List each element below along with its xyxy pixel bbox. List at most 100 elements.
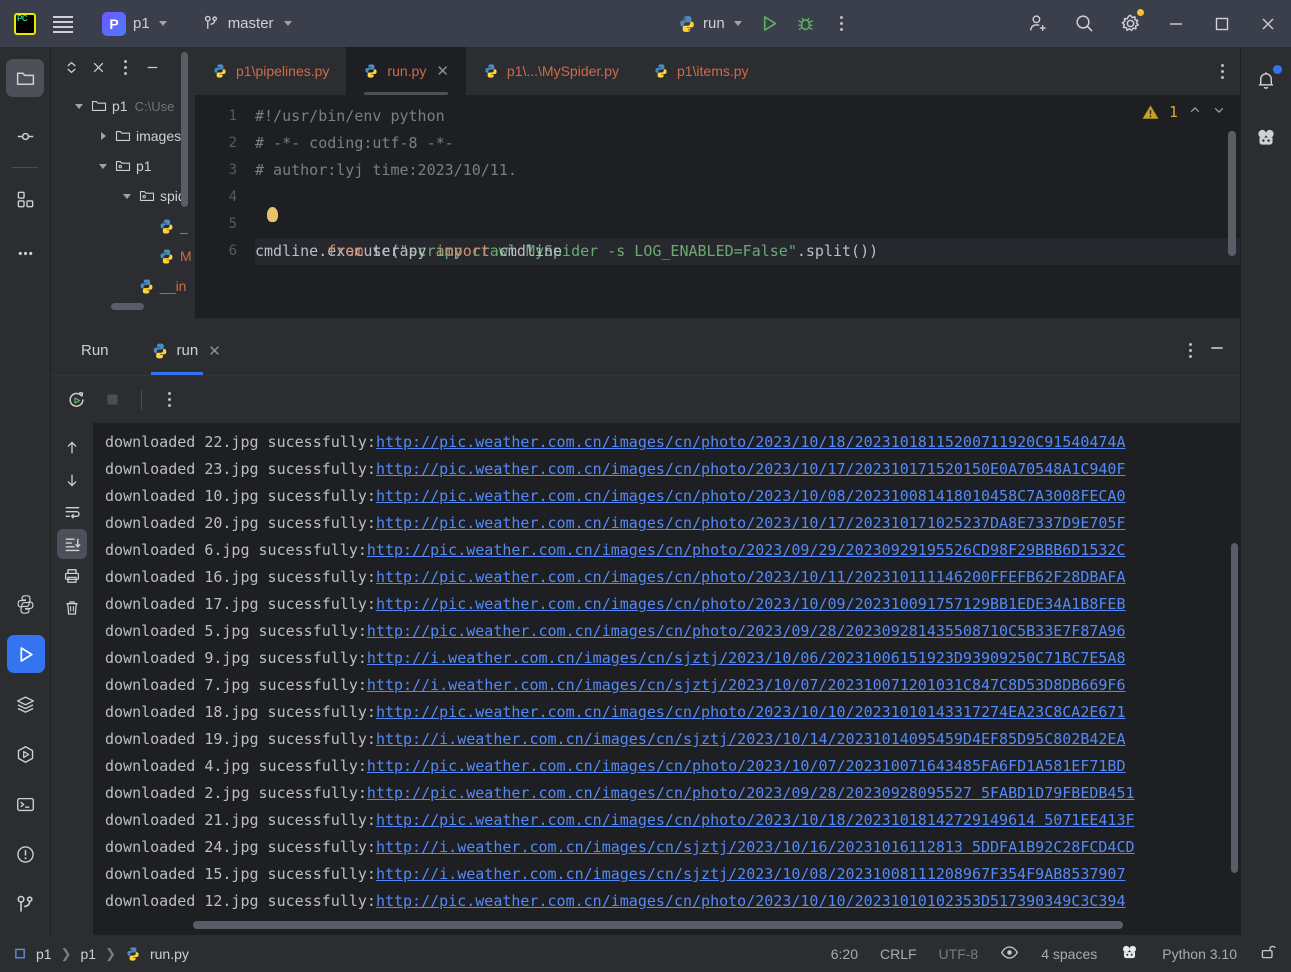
code-editor[interactable]: 1 2 3 4 5 6 #!/usr/bin/env python # -*- … <box>195 95 1240 318</box>
tree-node-p1-root[interactable]: p1 C:\Use <box>51 91 195 121</box>
tree-node-py-file-1[interactable]: _ <box>51 211 195 241</box>
sidebar-item-python-packages[interactable] <box>7 585 45 623</box>
rerun-icon[interactable] <box>61 385 91 415</box>
console-link[interactable]: http://i.weather.com.cn/images/cn/sjztj/… <box>376 838 1135 856</box>
chevron-up-down-icon[interactable] <box>59 55 83 79</box>
breadcrumb-item-2[interactable]: run.py <box>150 946 189 962</box>
sidebar-item-commit[interactable] <box>6 117 44 155</box>
close-icon[interactable]: ✕ <box>208 342 221 360</box>
hide-panel-icon[interactable] <box>1208 339 1226 362</box>
console-output[interactable]: downloaded 22.jpg sucessfully:http://pic… <box>93 423 1240 935</box>
more-vertical-icon[interactable] <box>113 55 137 79</box>
console-link[interactable]: http://pic.weather.com.cn/images/cn/phot… <box>367 622 1126 640</box>
code-content[interactable]: #!/usr/bin/env python # -*- coding:utf-8… <box>255 103 1240 265</box>
tree-node-py-file-2[interactable]: M <box>51 241 195 271</box>
tree-node-p1-module[interactable]: p1 <box>51 151 195 181</box>
tab-myspider-py[interactable]: p1\...\MySpider.py <box>466 47 636 95</box>
chevron-down-icon[interactable] <box>95 163 111 169</box>
breadcrumb-item-0[interactable]: p1 <box>36 946 52 962</box>
hamburger-menu-icon[interactable] <box>50 11 76 37</box>
console-link[interactable]: http://pic.weather.com.cn/images/cn/phot… <box>376 487 1126 505</box>
console-link[interactable]: http://pic.weather.com.cn/images/cn/phot… <box>367 784 1135 802</box>
tab-items-py[interactable]: p1\items.py <box>636 47 766 95</box>
stop-square-icon[interactable] <box>97 385 127 415</box>
console-link[interactable]: http://pic.weather.com.cn/images/cn/phot… <box>376 892 1126 910</box>
chevron-up-icon[interactable] <box>1188 103 1202 121</box>
console-link[interactable]: http://i.weather.com.cn/images/cn/sjztj/… <box>367 649 1126 667</box>
project-tree-vertical-scrollbar[interactable] <box>181 52 188 207</box>
console-link[interactable]: http://i.weather.com.cn/images/cn/sjztj/… <box>367 676 1126 694</box>
gear-icon[interactable] <box>1107 0 1153 47</box>
sidebar-item-run[interactable] <box>6 635 45 673</box>
console-link[interactable]: http://pic.weather.com.cn/images/cn/phot… <box>376 460 1126 478</box>
sidebar-item-terminal[interactable] <box>7 785 45 823</box>
close-icon[interactable] <box>1245 0 1291 47</box>
tree-node-images[interactable]: images <box>51 121 195 151</box>
tree-node-spiders[interactable]: spid <box>51 181 195 211</box>
printer-icon[interactable] <box>57 561 87 591</box>
sidebar-item-problems[interactable] <box>7 835 45 873</box>
tree-node-init-file[interactable]: __in <box>51 271 195 301</box>
add-user-icon[interactable] <box>1015 0 1061 47</box>
more-vertical-icon[interactable] <box>156 385 182 415</box>
console-link[interactable]: http://pic.weather.com.cn/images/cn/phot… <box>367 757 1126 775</box>
console-link[interactable]: http://pic.weather.com.cn/images/cn/phot… <box>376 811 1135 829</box>
eye-icon[interactable] <box>1000 943 1019 965</box>
tab-pipelines-py[interactable]: p1\pipelines.py <box>195 47 346 95</box>
chevron-down-icon[interactable] <box>1212 103 1226 121</box>
sidebar-item-more[interactable] <box>6 234 44 272</box>
hide-panel-icon[interactable] <box>140 55 164 79</box>
maximize-icon[interactable] <box>1199 0 1245 47</box>
chevron-down-icon[interactable] <box>119 193 135 199</box>
soft-wrap-icon[interactable] <box>57 497 87 527</box>
sidebar-item-version-control[interactable] <box>7 885 45 923</box>
file-encoding[interactable]: UTF-8 <box>939 946 979 962</box>
more-vertical-icon[interactable] <box>1189 343 1192 358</box>
run-tab-run[interactable]: run ✕ <box>150 326 221 375</box>
console-vertical-scrollbar[interactable] <box>1231 543 1238 873</box>
chevron-right-icon[interactable] <box>95 132 111 140</box>
console-link[interactable]: http://i.weather.com.cn/images/cn/sjztj/… <box>376 865 1126 883</box>
sidebar-item-structure[interactable] <box>6 180 44 218</box>
breadcrumb-item-1[interactable]: p1 <box>80 946 96 962</box>
python-interpreter[interactable]: Python 3.10 <box>1162 946 1237 962</box>
tab-run-py[interactable]: run.py ✕ <box>346 47 466 95</box>
chevron-down-icon[interactable] <box>71 103 87 109</box>
scroll-to-end-icon[interactable] <box>57 529 87 559</box>
line-separator[interactable]: CRLF <box>880 946 917 962</box>
inspection-widget[interactable]: 1 <box>1142 103 1226 121</box>
more-vertical-icon[interactable] <box>826 8 858 40</box>
console-link[interactable]: http://pic.weather.com.cn/images/cn/phot… <box>376 595 1126 613</box>
caret-position[interactable]: 6:20 <box>831 946 858 962</box>
console-link[interactable]: http://pic.weather.com.cn/images/cn/phot… <box>376 433 1126 451</box>
unlocked-icon[interactable] <box>1259 943 1277 964</box>
console-link[interactable]: http://i.weather.com.cn/images/cn/sjztj/… <box>376 730 1126 748</box>
project-tree-horizontal-scrollbar[interactable] <box>111 303 144 310</box>
ai-assistant-icon[interactable] <box>1119 942 1140 966</box>
console-horizontal-scrollbar[interactable] <box>193 921 1123 929</box>
bell-icon[interactable] <box>1247 61 1285 99</box>
vcs-branch-selector[interactable]: master <box>195 11 300 36</box>
console-link[interactable]: http://pic.weather.com.cn/images/cn/phot… <box>376 568 1126 586</box>
debug-bug-icon[interactable] <box>790 8 822 40</box>
trash-icon[interactable] <box>57 593 87 623</box>
console-link[interactable]: http://pic.weather.com.cn/images/cn/phot… <box>376 703 1126 721</box>
console-link[interactable]: http://pic.weather.com.cn/images/cn/phot… <box>367 541 1126 559</box>
indent-setting[interactable]: 4 spaces <box>1041 946 1097 962</box>
arrow-up-icon[interactable] <box>57 433 87 463</box>
arrow-down-icon[interactable] <box>57 465 87 495</box>
editor-vertical-scrollbar[interactable] <box>1228 131 1236 256</box>
console-link[interactable]: http://pic.weather.com.cn/images/cn/phot… <box>376 514 1126 532</box>
more-vertical-icon[interactable] <box>1205 47 1240 95</box>
sidebar-item-python-console[interactable] <box>7 735 45 773</box>
minimize-icon[interactable] <box>1153 0 1199 47</box>
close-icon[interactable]: ✕ <box>436 62 449 80</box>
ai-assistant-icon[interactable] <box>1247 119 1285 157</box>
run-configuration-selector[interactable]: run <box>670 11 750 37</box>
project-selector[interactable]: P p1 <box>94 8 175 40</box>
search-icon[interactable] <box>1061 0 1107 47</box>
run-button[interactable] <box>754 8 786 40</box>
sidebar-item-project[interactable] <box>6 59 44 97</box>
collapse-all-icon[interactable] <box>86 55 110 79</box>
inspection-bulb-icon[interactable] <box>267 207 278 222</box>
